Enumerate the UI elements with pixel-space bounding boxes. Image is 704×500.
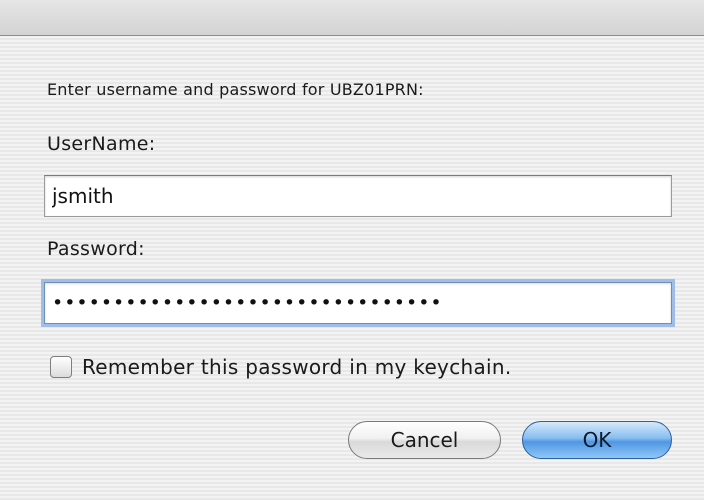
cancel-button[interactable]: Cancel: [348, 421, 501, 459]
remember-password-option[interactable]: Remember this password in my keychain.: [50, 355, 512, 379]
remember-password-checkbox[interactable]: [50, 356, 72, 378]
dialog-prompt: Enter username and password for UBZ01PRN…: [47, 80, 424, 99]
password-field[interactable]: [44, 282, 672, 324]
ok-button[interactable]: OK: [522, 421, 672, 459]
title-bar[interactable]: [0, 0, 704, 36]
login-dialog: Enter username and password for UBZ01PRN…: [0, 0, 704, 500]
username-label: UserName:: [47, 133, 156, 155]
username-field[interactable]: [44, 175, 672, 217]
password-label: Password:: [47, 238, 145, 260]
remember-password-label: Remember this password in my keychain.: [82, 355, 512, 379]
